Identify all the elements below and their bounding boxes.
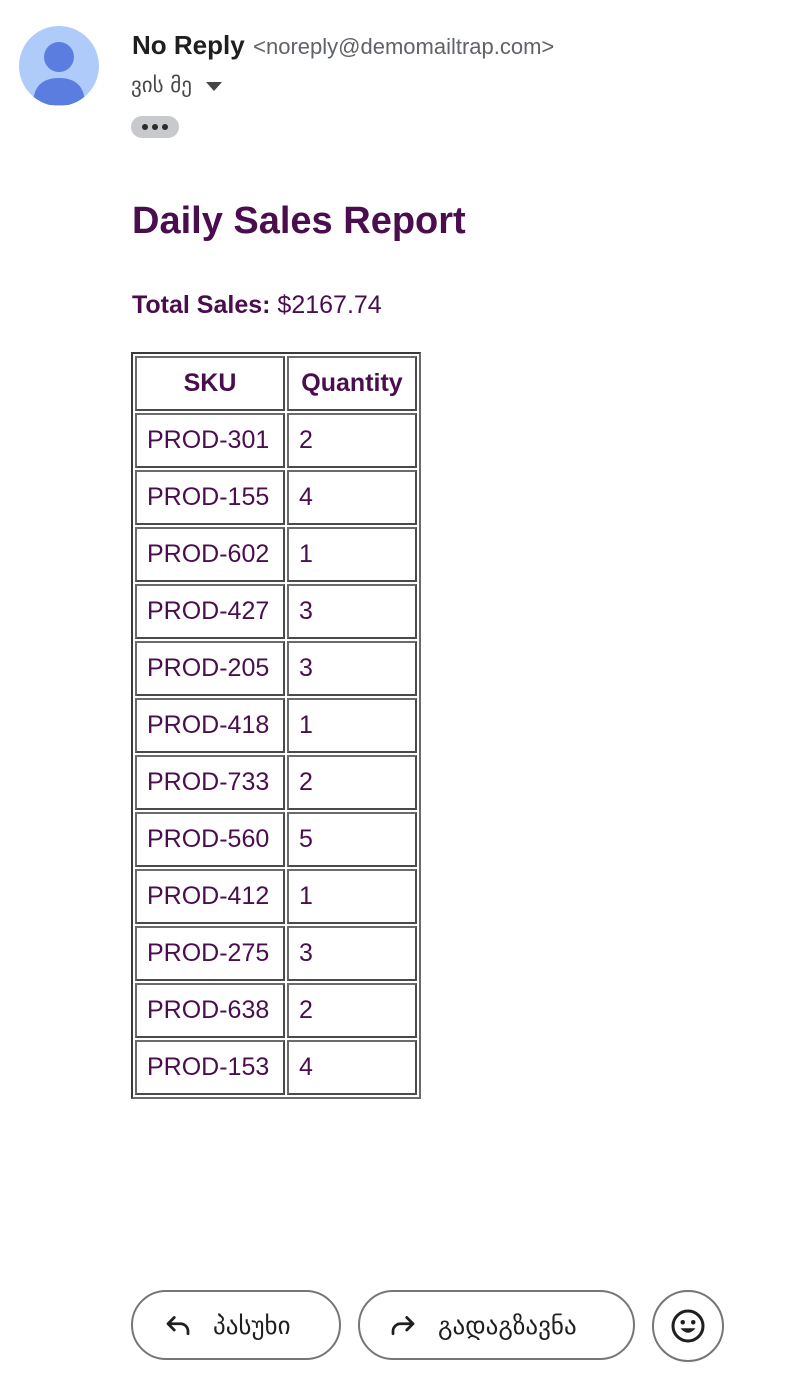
report-title: Daily Sales Report (132, 200, 466, 242)
email-view: No Reply <noreply@demomailtrap.com> ვის … (0, 0, 790, 1395)
sku-cell: PROD-560 (135, 812, 285, 867)
total-sales-label: Total Sales: (132, 291, 271, 319)
sender-email: <noreply@demomailtrap.com> (253, 34, 555, 59)
sales-table: SKU Quantity PROD-301 2 PROD-155 4 PROD-… (131, 352, 421, 1099)
sku-cell: PROD-155 (135, 470, 285, 525)
quantity-cell: 3 (287, 584, 417, 639)
column-header-sku: SKU (135, 356, 285, 411)
quantity-cell: 1 (287, 527, 417, 582)
table-header-row: SKU Quantity (135, 356, 417, 411)
quantity-cell: 4 (287, 470, 417, 525)
message-actions: პასუხი გადაგზავნა (131, 1290, 724, 1362)
quantity-cell: 1 (287, 698, 417, 753)
reply-button[interactable]: პასუხი (131, 1290, 341, 1360)
dot-icon (152, 124, 158, 130)
table-row: PROD-638 2 (135, 983, 417, 1038)
table-row: PROD-412 1 (135, 869, 417, 924)
person-icon (19, 26, 99, 106)
table-row: PROD-602 1 (135, 527, 417, 582)
sku-cell: PROD-412 (135, 869, 285, 924)
recipient-label: ვის მე (131, 73, 192, 97)
sku-cell: PROD-301 (135, 413, 285, 468)
sku-cell: PROD-418 (135, 698, 285, 753)
table-row: PROD-301 2 (135, 413, 417, 468)
quantity-cell: 2 (287, 413, 417, 468)
forward-label: გადაგზავნა (438, 1310, 577, 1340)
quantity-cell: 2 (287, 755, 417, 810)
forward-arrow-icon (388, 1310, 418, 1340)
table-row: PROD-427 3 (135, 584, 417, 639)
sender-name[interactable]: No Reply (132, 30, 245, 60)
forward-button[interactable]: გადაგზავნა (358, 1290, 635, 1360)
sku-cell: PROD-275 (135, 926, 285, 981)
reply-label: პასუხი (213, 1310, 291, 1340)
sku-cell: PROD-733 (135, 755, 285, 810)
table-row: PROD-153 4 (135, 1040, 417, 1095)
emoji-reaction-button[interactable] (652, 1290, 724, 1362)
column-header-quantity: Quantity (287, 356, 417, 411)
quantity-cell: 3 (287, 641, 417, 696)
show-trimmed-content-button[interactable] (131, 116, 179, 138)
table-row: PROD-155 4 (135, 470, 417, 525)
total-sales: Total Sales: $2167.74 (132, 291, 382, 320)
sender-avatar[interactable] (19, 26, 99, 106)
sku-cell: PROD-427 (135, 584, 285, 639)
table-row: PROD-733 2 (135, 755, 417, 810)
recipient-details-toggle[interactable]: ვის მე (131, 73, 222, 97)
sku-cell: PROD-638 (135, 983, 285, 1038)
chevron-down-icon (205, 81, 222, 91)
reply-arrow-icon (163, 1310, 193, 1340)
dot-icon (162, 124, 168, 130)
total-sales-value: $2167.74 (277, 291, 382, 319)
table-row: PROD-205 3 (135, 641, 417, 696)
sku-cell: PROD-205 (135, 641, 285, 696)
quantity-cell: 3 (287, 926, 417, 981)
quantity-cell: 5 (287, 812, 417, 867)
sku-cell: PROD-602 (135, 527, 285, 582)
quantity-cell: 2 (287, 983, 417, 1038)
table-row: PROD-275 3 (135, 926, 417, 981)
table-row: PROD-418 1 (135, 698, 417, 753)
dot-icon (142, 124, 148, 130)
sku-cell: PROD-153 (135, 1040, 285, 1095)
sender-line: No Reply <noreply@demomailtrap.com> (132, 30, 554, 61)
quantity-cell: 4 (287, 1040, 417, 1095)
table-row: PROD-560 5 (135, 812, 417, 867)
smiley-icon (670, 1308, 706, 1344)
quantity-cell: 1 (287, 869, 417, 924)
